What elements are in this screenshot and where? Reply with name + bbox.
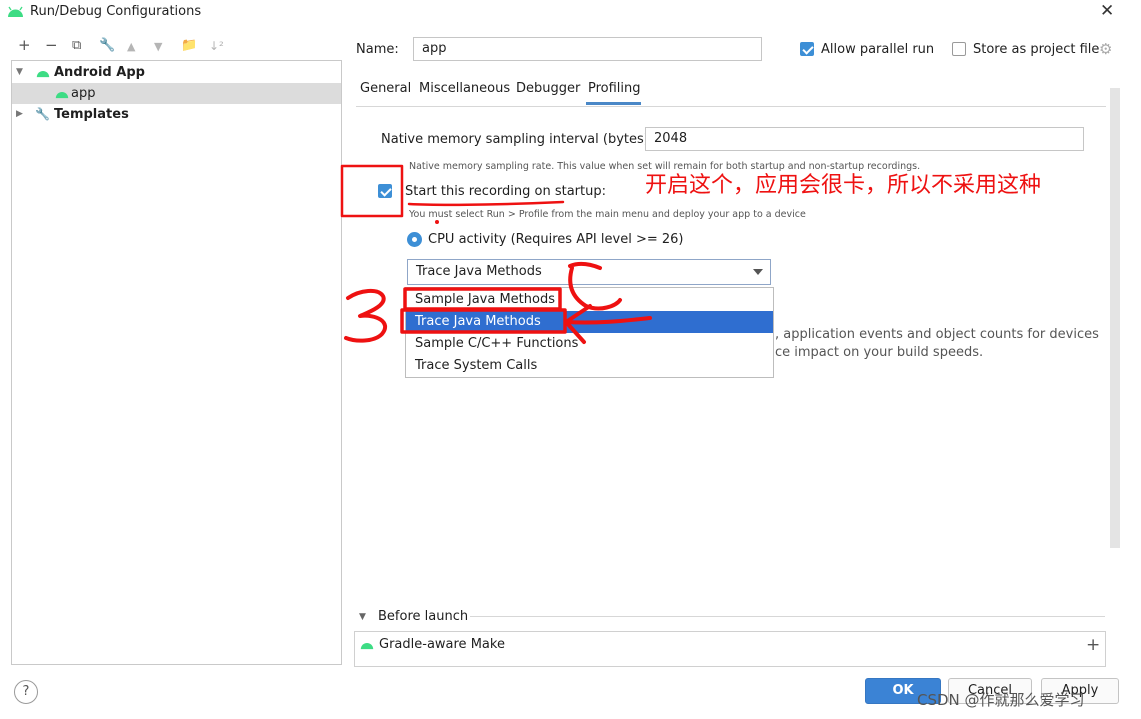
title-bar: Run/Debug Configurations ✕	[0, 0, 1141, 26]
option-sample-java-methods[interactable]: Sample Java Methods	[406, 289, 773, 311]
before-launch-list: Gradle-aware Make +	[354, 631, 1106, 667]
store-project-checkbox[interactable]	[952, 42, 966, 56]
option-trace-java-methods[interactable]: Trace Java Methods	[406, 311, 773, 333]
name-input[interactable]: app	[413, 37, 762, 61]
window-title: Run/Debug Configurations	[30, 4, 202, 19]
before-launch-divider	[470, 616, 1105, 617]
tree-item-templates[interactable]: ▶ 🔧 Templates	[12, 104, 341, 125]
collapse-arrow-icon[interactable]: ▶	[16, 104, 23, 125]
profiling-description-line1: , application events and object counts f…	[775, 327, 1099, 342]
move-up-button[interactable]: ▲	[127, 40, 135, 53]
vertical-scrollbar[interactable]	[1110, 88, 1120, 548]
active-tab-indicator	[586, 102, 641, 105]
folder-icon[interactable]: 📁	[181, 38, 197, 53]
android-icon	[360, 642, 374, 650]
copy-config-button[interactable]: ⧉	[72, 38, 81, 53]
startup-recording-checkbox[interactable]	[378, 184, 392, 198]
add-config-button[interactable]: +	[18, 36, 31, 54]
collapse-arrow-icon[interactable]: ▼	[359, 612, 366, 622]
wrench-icon: 🔧	[35, 107, 50, 121]
store-project-label: Store as project file	[973, 42, 1100, 57]
add-task-button[interactable]: +	[1086, 635, 1100, 655]
tree-item-label: Templates	[54, 107, 129, 122]
tab-profiling[interactable]: Profiling	[588, 81, 641, 96]
select-value: Trace Java Methods	[416, 264, 542, 279]
annotation-dot	[435, 220, 439, 224]
allow-parallel-checkbox[interactable]	[800, 42, 814, 56]
remove-config-button[interactable]: −	[45, 36, 58, 54]
annotation-number-3	[344, 289, 388, 343]
tree-item-android-app[interactable]: ▼ Android App	[12, 62, 341, 83]
gradle-make-item[interactable]: Gradle-aware Make	[379, 637, 505, 652]
cpu-activity-radio[interactable]	[407, 232, 422, 247]
config-tree: ▼ Android App app ▶ 🔧 Templates	[11, 60, 342, 665]
tree-item-label: app	[71, 86, 96, 101]
annotation-note: 开启这个，应用会很卡，所以不采用这种	[645, 173, 1042, 198]
tree-item-label: Android App	[54, 65, 145, 80]
before-launch-label: Before launch	[378, 609, 469, 624]
chevron-down-icon	[753, 269, 763, 275]
name-label: Name:	[356, 42, 399, 57]
annotation-underline	[407, 200, 565, 207]
android-icon	[55, 91, 69, 99]
close-button[interactable]: ✕	[1100, 1, 1114, 21]
trace-method-dropdown: Sample Java Methods Trace Java Methods S…	[405, 287, 774, 378]
interval-label: Native memory sampling interval (bytes):	[381, 132, 654, 147]
tab-general[interactable]: General	[360, 81, 411, 96]
tab-miscellaneous[interactable]: Miscellaneous	[419, 81, 510, 96]
expand-arrow-icon[interactable]: ▼	[16, 62, 23, 83]
gear-icon[interactable]: ⚙	[1099, 40, 1112, 58]
interval-input[interactable]: 2048	[645, 127, 1084, 151]
allow-parallel-label: Allow parallel run	[821, 42, 935, 57]
move-down-button[interactable]: ▼	[154, 40, 162, 53]
option-trace-system-calls[interactable]: Trace System Calls	[406, 355, 773, 377]
android-icon	[36, 70, 50, 78]
watermark: CSDN @作就那么爱学习	[917, 691, 1085, 709]
tree-item-app[interactable]: app	[12, 83, 341, 104]
profiling-description-line2: ce impact on your build speeds.	[775, 345, 984, 360]
android-icon	[8, 6, 23, 17]
option-sample-cpp-functions[interactable]: Sample C/C++ Functions	[406, 333, 773, 355]
tab-divider	[356, 106, 1106, 107]
trace-method-select[interactable]: Trace Java Methods	[407, 259, 771, 285]
sort-button[interactable]: ↓²	[209, 39, 224, 53]
tab-debugger[interactable]: Debugger	[516, 81, 580, 96]
help-button[interactable]: ?	[14, 680, 38, 704]
wrench-icon[interactable]: 🔧	[99, 38, 115, 53]
annotation-box-checkbox	[340, 164, 404, 218]
startup-hint: You must select Run > Profile from the m…	[409, 209, 806, 220]
cpu-activity-label: CPU activity (Requires API level >= 26)	[428, 232, 684, 247]
startup-recording-label: Start this recording on startup:	[405, 184, 606, 199]
